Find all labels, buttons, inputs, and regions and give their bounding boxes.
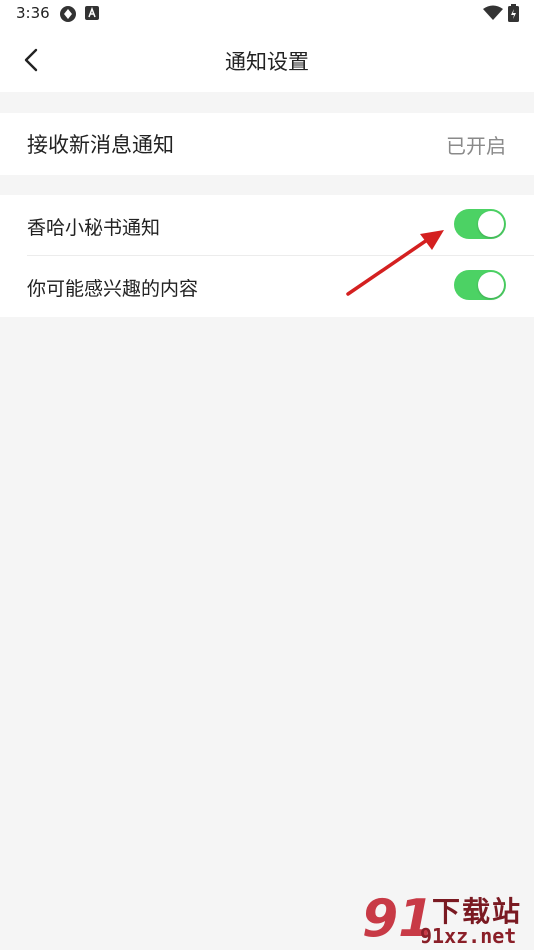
toggle-knob <box>478 211 504 237</box>
setting-label-assistant: 香哈小秘书通知 <box>27 217 161 239</box>
app-notification-icon <box>85 6 99 20</box>
receive-notification-label: 接收新消息通知 <box>27 133 174 157</box>
receive-notification-status: 已开启 <box>446 134 506 158</box>
list-item: 你可能感兴趣的内容 <box>0 256 534 317</box>
receive-notification-row[interactable]: 接收新消息通知 已开启 <box>0 113 534 175</box>
wifi-icon <box>483 5 503 20</box>
sync-icon <box>60 6 76 22</box>
assistant-notification-toggle[interactable] <box>454 209 506 239</box>
notification-settings-list: 香哈小秘书通知 你可能感兴趣的内容 <box>0 195 534 317</box>
list-item: 香哈小秘书通知 <box>0 195 534 256</box>
navigation-bar: 通知设置 <box>0 28 534 92</box>
watermark-domain: 91xz.net <box>420 924 517 948</box>
status-bar: 3:36 <box>0 0 534 28</box>
toggle-knob <box>478 272 504 298</box>
status-time: 3:36 <box>16 4 50 22</box>
battery-icon <box>508 4 519 22</box>
setting-label-interests: 你可能感兴趣的内容 <box>27 278 199 300</box>
page-title: 通知设置 <box>225 50 309 74</box>
watermark: 91 下载站 91xz.net <box>360 890 532 948</box>
interests-notification-toggle[interactable] <box>454 270 506 300</box>
